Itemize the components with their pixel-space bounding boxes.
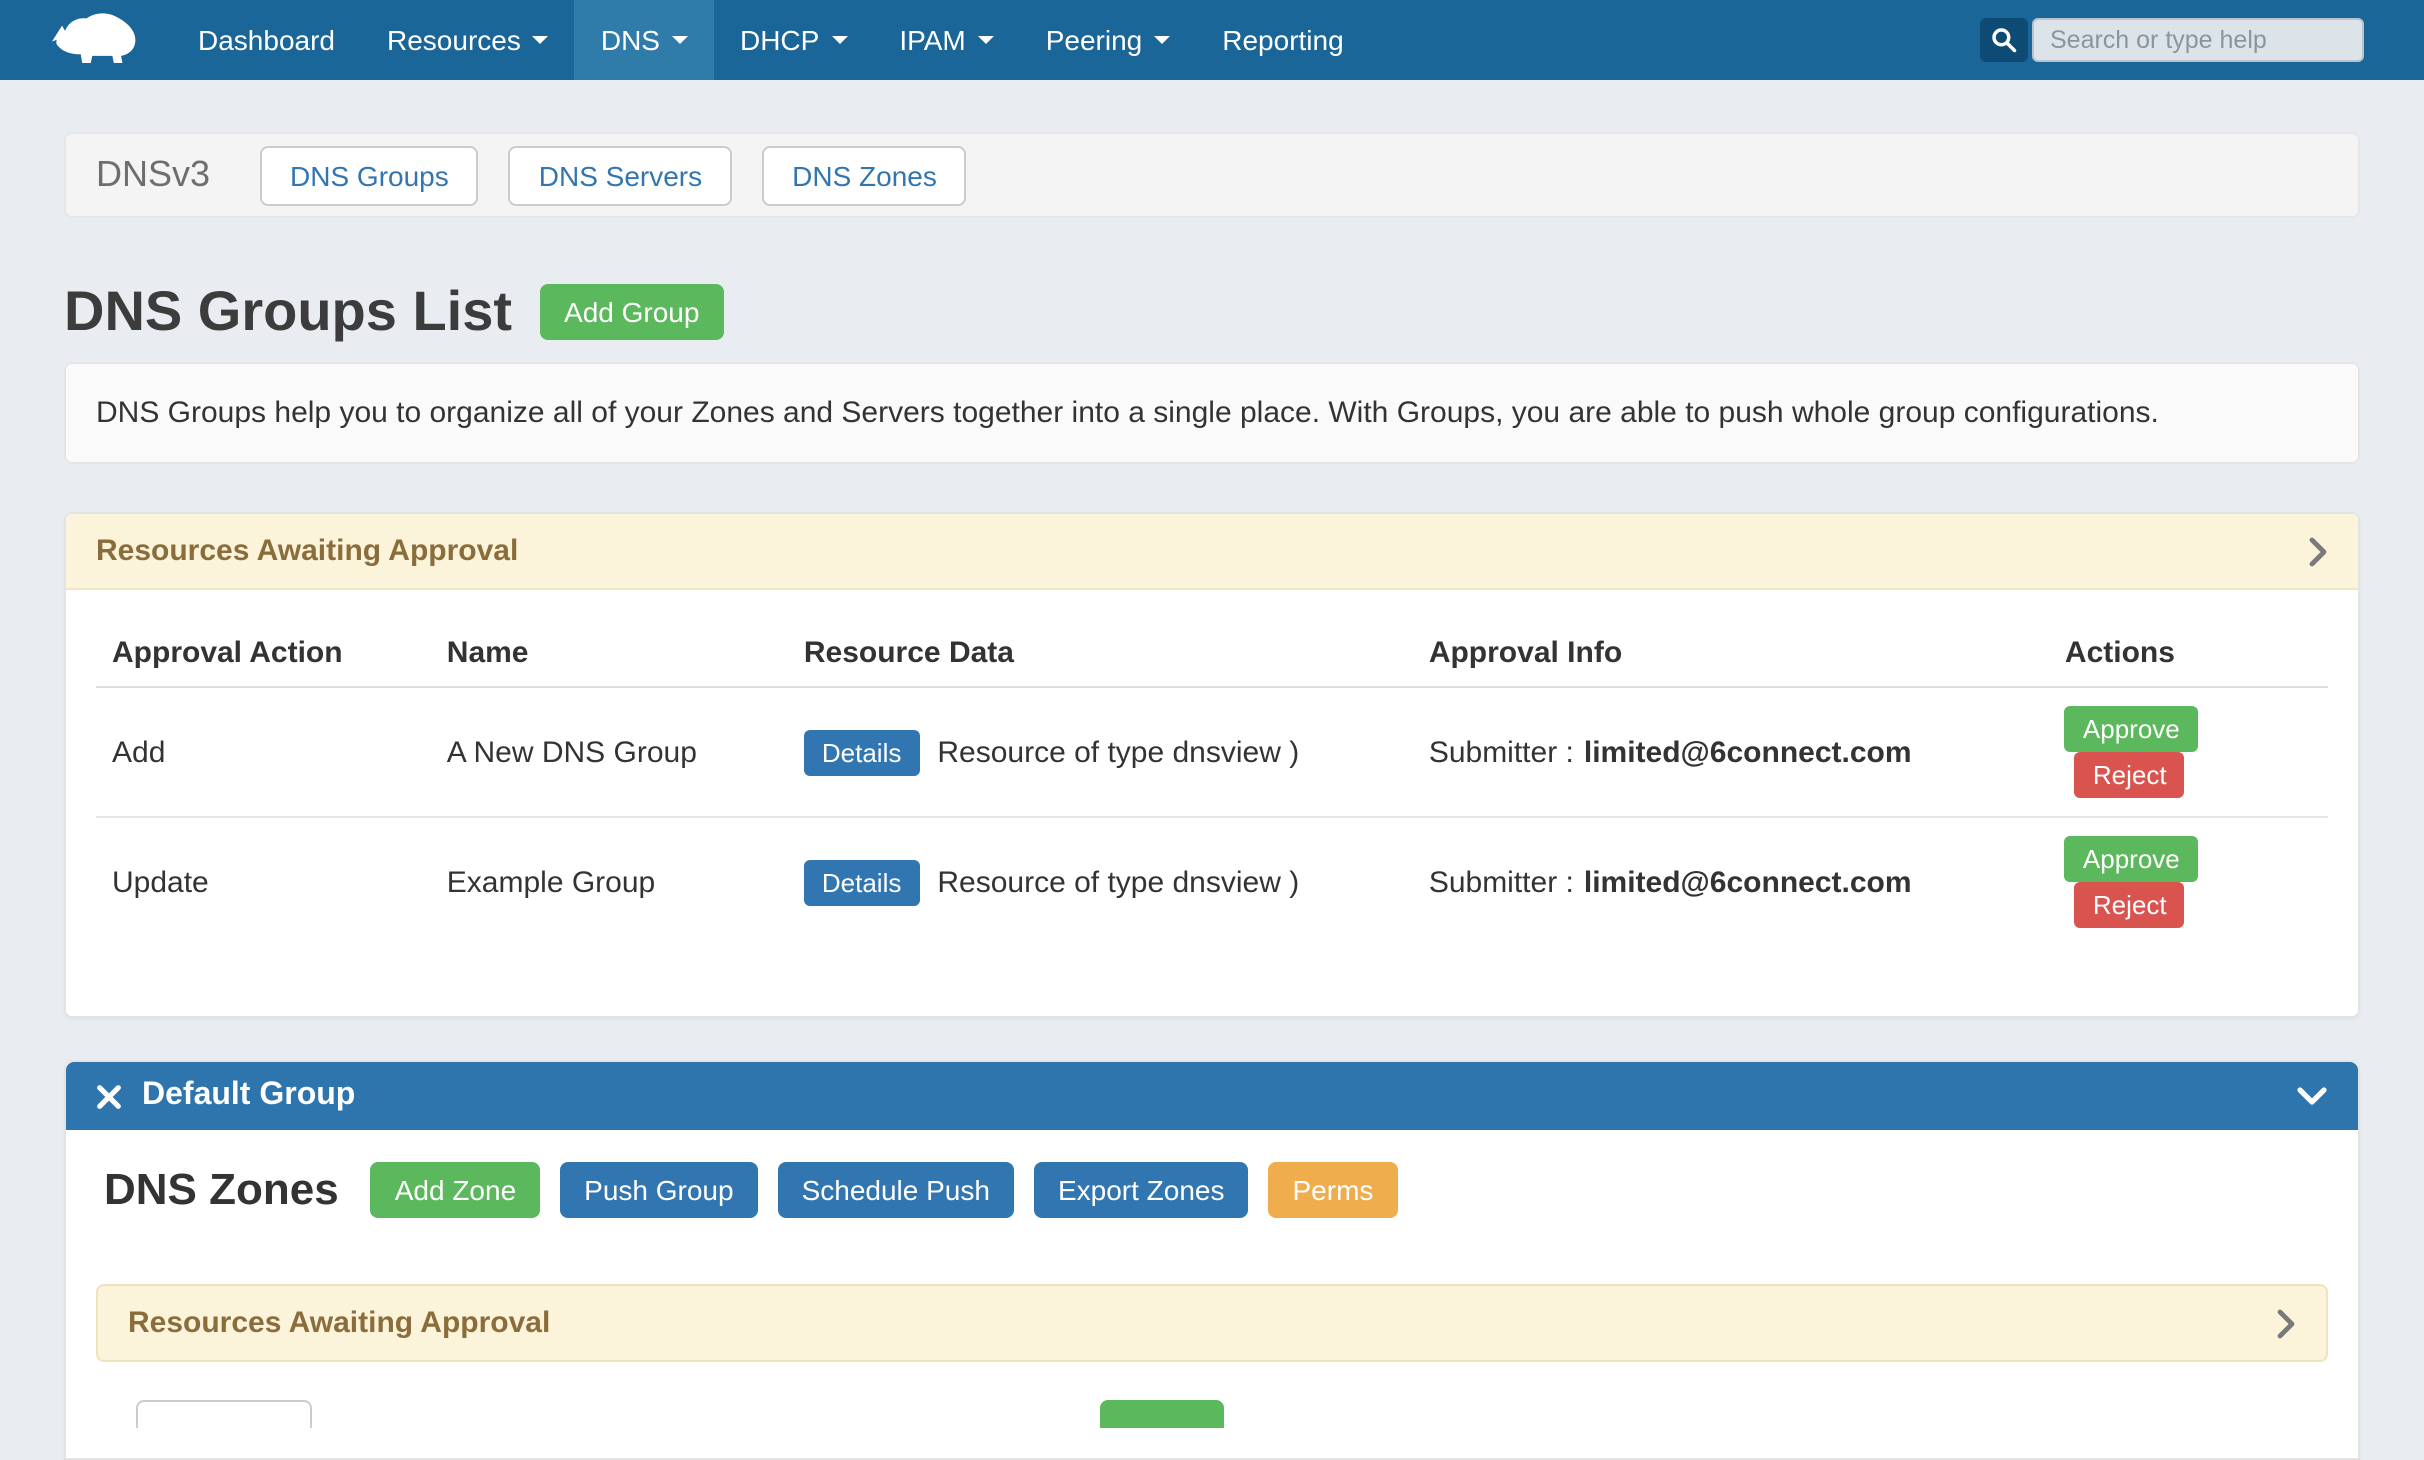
dns-zones-toolbar: DNS Zones Add Zone Push Group Schedule P… — [96, 1160, 2328, 1220]
nav-item-dhcp[interactable]: DHCP — [714, 0, 873, 80]
schedule-push-button[interactable]: Schedule Push — [778, 1162, 1014, 1218]
nav-item-reporting[interactable]: Reporting — [1196, 0, 1369, 80]
nav-item-dns[interactable]: DNS — [575, 0, 714, 80]
caret-down-icon — [831, 36, 847, 44]
approvals-panel: Resources Awaiting Approval Approval Act… — [64, 512, 2360, 1018]
group-approvals-bar[interactable]: Resources Awaiting Approval — [96, 1284, 2328, 1362]
approval-info-cell: Submitter : limited@6connect.com — [1413, 817, 2049, 946]
details-button[interactable]: Details — [804, 859, 920, 905]
dns-zones-title: DNS Zones — [104, 1160, 339, 1220]
nav-item-label: DHCP — [740, 24, 819, 56]
approval-row: Add A New DNS Group Details Resource of … — [96, 687, 2328, 817]
default-group-body: DNS Zones Add Zone Push Group Schedule P… — [66, 1130, 2358, 1458]
navbar-search — [1980, 0, 2364, 80]
actions-cell: Approve Reject — [2049, 817, 2328, 946]
name-cell: A New DNS Group — [431, 687, 788, 817]
approval-action-cell: Add — [96, 687, 431, 817]
details-button[interactable]: Details — [804, 729, 920, 775]
chevron-down-icon[interactable] — [2296, 1086, 2328, 1106]
submitter-label: Submitter : — [1429, 865, 1574, 899]
resource-data-text: Resource of type dnsview ) — [937, 865, 1299, 899]
description-box: DNS Groups help you to organize all of y… — [64, 362, 2360, 464]
approval-info-cell: Submitter : limited@6connect.com — [1413, 687, 2049, 817]
caret-down-icon — [533, 36, 549, 44]
search-input[interactable] — [2032, 18, 2364, 62]
chevron-right-icon[interactable] — [2308, 535, 2328, 567]
resource-data-cell: Details Resource of type dnsview ) — [788, 687, 1413, 817]
approval-action-cell: Update — [96, 817, 431, 946]
col-actions: Actions — [2049, 620, 2328, 687]
approve-button[interactable]: Approve — [2065, 836, 2198, 882]
description-text: DNS Groups help you to organize all of y… — [96, 396, 2159, 430]
submitter-email: limited@6connect.com — [1584, 735, 1912, 769]
nav-item-label: Resources — [387, 24, 521, 56]
caret-down-icon — [672, 36, 688, 44]
nav-item-resources[interactable]: Resources — [361, 0, 575, 80]
resource-data-cell: Details Resource of type dnsview ) — [788, 817, 1413, 946]
reject-button[interactable]: Reject — [2075, 752, 2185, 798]
chevron-right-icon[interactable] — [2276, 1307, 2296, 1339]
resource-data-text: Resource of type dnsview ) — [937, 735, 1299, 769]
default-group-heading[interactable]: Default Group — [66, 1062, 2358, 1130]
submitter-email: limited@6connect.com — [1584, 865, 1912, 899]
nav-item-ipam[interactable]: IPAM — [873, 0, 1019, 80]
default-group-title: Default Group — [142, 1078, 355, 1114]
submitter-label: Submitter : — [1429, 735, 1574, 769]
actions-cell: Approve Reject — [2049, 687, 2328, 817]
nav-item-dashboard[interactable]: Dashboard — [172, 0, 361, 80]
nav-item-label: Reporting — [1222, 24, 1343, 56]
nav-item-label: IPAM — [899, 24, 965, 56]
approvals-panel-title: Resources Awaiting Approval — [96, 534, 518, 568]
col-approval-action: Approval Action — [96, 620, 431, 687]
approvals-panel-body: Approval Action Name Resource Data Appro… — [66, 590, 2358, 1016]
export-zones-button[interactable]: Export Zones — [1034, 1162, 1249, 1218]
nav-item-label: Peering — [1046, 24, 1143, 56]
name-cell: Example Group — [431, 817, 788, 946]
page-title: DNS Groups List — [64, 278, 512, 346]
zones-list-partial — [96, 1400, 2328, 1428]
title-row: DNS Groups List Add Group — [64, 278, 2360, 346]
default-group-panel: Default Group DNS Zones Add Zone Push Gr… — [64, 1060, 2360, 1460]
search-icon[interactable] — [1980, 18, 2028, 62]
approval-row: Update Example Group Details Resource of… — [96, 817, 2328, 946]
perms-button[interactable]: Perms — [1269, 1162, 1398, 1218]
approvals-table: Approval Action Name Resource Data Appro… — [96, 620, 2328, 946]
approvals-panel-heading[interactable]: Resources Awaiting Approval — [66, 514, 2358, 590]
col-resource-data: Resource Data — [788, 620, 1413, 687]
push-group-button[interactable]: Push Group — [560, 1162, 757, 1218]
nav-item-peering[interactable]: Peering — [1020, 0, 1197, 80]
partial-control[interactable] — [136, 1400, 312, 1428]
dns-zones-button[interactable]: DNS Zones — [762, 145, 967, 205]
dns-groups-button[interactable]: DNS Groups — [260, 145, 479, 205]
dns-servers-button[interactable]: DNS Servers — [509, 145, 732, 205]
dnsv3-subheader: DNSv3 DNS Groups DNS Servers DNS Zones — [64, 132, 2360, 218]
approve-button[interactable]: Approve — [2065, 706, 2198, 752]
col-approval-info: Approval Info — [1413, 620, 2049, 687]
col-name: Name — [431, 620, 788, 687]
top-navbar: Dashboard Resources DNS DHCP IPAM Peerin… — [0, 0, 2424, 80]
x-mark-icon[interactable] — [96, 1083, 122, 1109]
add-group-button[interactable]: Add Group — [540, 284, 723, 340]
caret-down-icon — [1154, 36, 1170, 44]
group-approvals-title: Resources Awaiting Approval — [128, 1306, 550, 1340]
approvals-header-row: Approval Action Name Resource Data Appro… — [96, 620, 2328, 687]
add-zone-button[interactable]: Add Zone — [371, 1162, 540, 1218]
reject-button[interactable]: Reject — [2075, 882, 2185, 928]
dnsv3-label: DNSv3 — [96, 154, 210, 196]
rhino-logo-icon[interactable] — [52, 0, 144, 80]
caret-down-icon — [978, 36, 994, 44]
nav-item-label: Dashboard — [198, 24, 335, 56]
nav-item-label: DNS — [601, 24, 660, 56]
partial-button[interactable] — [1100, 1400, 1224, 1428]
